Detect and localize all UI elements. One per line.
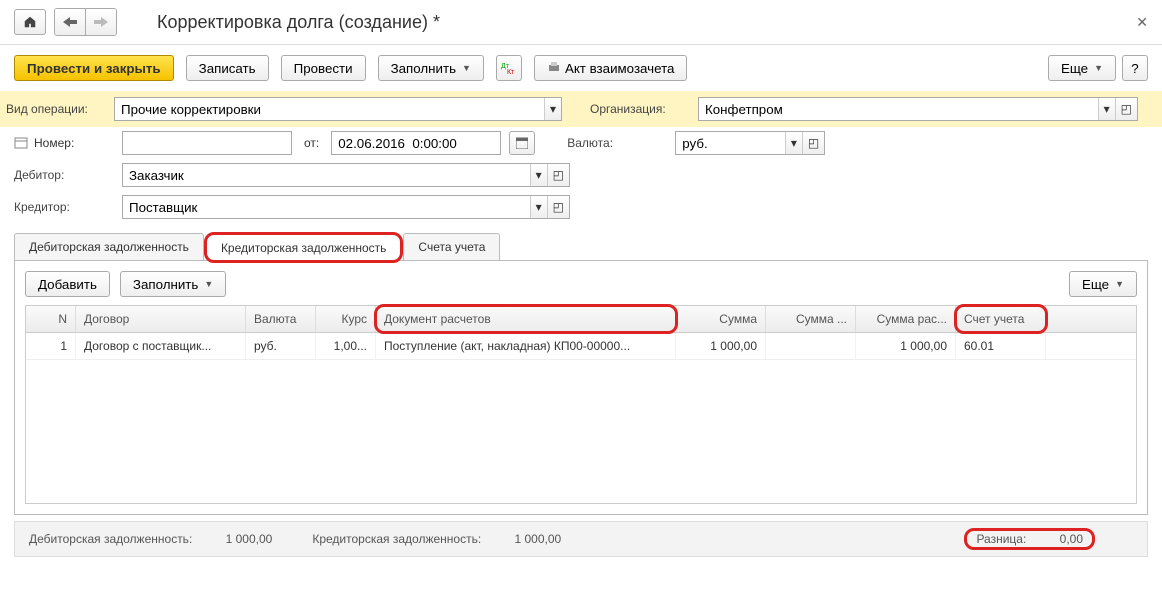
number-field[interactable] xyxy=(122,131,292,155)
cell-sum: 1 000,00 xyxy=(676,333,766,359)
open-icon[interactable]: ◰ xyxy=(547,196,569,218)
open-icon[interactable]: ◰ xyxy=(802,132,824,154)
th-rate[interactable]: Курс xyxy=(316,306,376,332)
chevron-down-icon[interactable]: ▾ xyxy=(530,164,547,186)
table-row[interactable]: 1 Договор с поставщик... руб. 1,00... По… xyxy=(26,333,1136,360)
fill-rows-label: Заполнить xyxy=(133,277,198,292)
cell-sum2 xyxy=(766,333,856,359)
chevron-down-icon: ▼ xyxy=(1094,63,1103,73)
creditor-input[interactable] xyxy=(123,196,530,218)
th-account[interactable]: Счет учета xyxy=(956,306,1046,332)
table-more-label: Еще xyxy=(1082,277,1109,292)
calendar-button[interactable] xyxy=(509,131,535,155)
back-button[interactable] xyxy=(55,9,86,35)
cell-contract: Договор с поставщик... xyxy=(76,333,246,359)
fill-rows-button[interactable]: Заполнить ▼ xyxy=(120,271,226,297)
post-and-close-button[interactable]: Провести и закрыть xyxy=(14,55,174,81)
tab-accounts[interactable]: Счета учета xyxy=(403,233,500,260)
th-sum2[interactable]: Сумма ... xyxy=(766,306,856,332)
fill-button[interactable]: Заполнить ▼ xyxy=(378,55,484,81)
creditor-label: Кредитор: xyxy=(14,200,114,214)
footer-credit-label: Кредиторская задолженность: xyxy=(312,532,481,546)
tab-credit[interactable]: Кредиторская задолженность xyxy=(206,234,401,261)
home-button[interactable] xyxy=(14,9,46,35)
forward-button[interactable] xyxy=(86,9,116,35)
fill-label: Заполнить xyxy=(391,61,456,76)
th-sum3[interactable]: Сумма рас... xyxy=(856,306,956,332)
number-input[interactable] xyxy=(123,132,291,154)
dt-kt-icon-button[interactable]: ДтКт xyxy=(496,55,522,81)
help-button[interactable]: ? xyxy=(1122,55,1148,81)
from-label: от: xyxy=(304,136,319,150)
post-button[interactable]: Провести xyxy=(281,55,366,81)
operation-input[interactable] xyxy=(115,98,544,120)
cell-account: 60.01 xyxy=(956,333,1046,359)
currency-label: Валюта: xyxy=(567,136,667,150)
th-n[interactable]: N xyxy=(26,306,76,332)
offset-act-button[interactable]: Акт взаимозачета xyxy=(534,55,688,81)
cell-currency: руб. xyxy=(246,333,316,359)
chevron-down-icon[interactable]: ▾ xyxy=(530,196,547,218)
svg-text:Кт: Кт xyxy=(507,69,515,75)
debtor-input[interactable] xyxy=(123,164,530,186)
offset-act-label: Акт взаимозачета xyxy=(565,61,675,76)
close-icon[interactable]: ✕ xyxy=(1136,14,1148,31)
footer-credit-value: 1 000,00 xyxy=(515,532,562,546)
th-doc[interactable]: Документ расчетов xyxy=(376,306,676,332)
cell-doc: Поступление (акт, накладная) КП00-00000.… xyxy=(376,333,676,359)
chevron-down-icon[interactable]: ▾ xyxy=(544,98,561,120)
cell-sum3: 1 000,00 xyxy=(856,333,956,359)
add-row-button[interactable]: Добавить xyxy=(25,271,110,297)
currency-select[interactable]: ▾ ◰ xyxy=(675,131,825,155)
write-button[interactable]: Записать xyxy=(186,55,269,81)
org-label: Организация: xyxy=(590,102,690,116)
calendar-icon xyxy=(516,137,528,149)
tab-debit[interactable]: Дебиторская задолженность xyxy=(14,233,204,260)
open-icon[interactable]: ◰ xyxy=(1115,98,1137,120)
org-select[interactable]: ▾ ◰ xyxy=(698,97,1138,121)
credit-table: N Договор Валюта Курс Документ расчетов … xyxy=(25,305,1137,504)
th-currency[interactable]: Валюта xyxy=(246,306,316,332)
footer-diff-label: Разница: xyxy=(976,532,1026,546)
footer-debit-value: 1 000,00 xyxy=(226,532,273,546)
more-label: Еще xyxy=(1061,61,1088,76)
operation-select[interactable]: ▾ xyxy=(114,97,562,121)
more-button[interactable]: Еще ▼ xyxy=(1048,55,1116,81)
org-input[interactable] xyxy=(699,98,1098,120)
page-title: Корректировка долга (создание) * xyxy=(157,12,440,33)
chevron-down-icon[interactable]: ▾ xyxy=(1098,98,1115,120)
operation-label: Вид операции: xyxy=(6,102,106,116)
table-more-button[interactable]: Еще ▼ xyxy=(1069,271,1137,297)
creditor-select[interactable]: ▾ ◰ xyxy=(122,195,570,219)
cell-rate: 1,00... xyxy=(316,333,376,359)
date-field[interactable] xyxy=(331,131,501,155)
open-icon[interactable]: ◰ xyxy=(547,164,569,186)
chevron-down-icon: ▼ xyxy=(1115,279,1124,289)
footer-diff-value: 0,00 xyxy=(1060,532,1083,546)
number-label: Номер: xyxy=(34,136,74,150)
debtor-select[interactable]: ▾ ◰ xyxy=(122,163,570,187)
printer-icon xyxy=(547,62,561,74)
th-contract[interactable]: Договор xyxy=(76,306,246,332)
th-sum[interactable]: Сумма xyxy=(676,306,766,332)
chevron-down-icon[interactable]: ▾ xyxy=(785,132,802,154)
cell-n: 1 xyxy=(26,333,76,359)
chevron-down-icon: ▼ xyxy=(204,279,213,289)
date-input[interactable] xyxy=(332,132,500,154)
footer-debit-label: Дебиторская задолженность: xyxy=(29,532,192,546)
footer-summary: Дебиторская задолженность: 1 000,00 Кред… xyxy=(14,521,1148,557)
chevron-down-icon: ▼ xyxy=(462,63,471,73)
doc-icon xyxy=(14,137,28,149)
debtor-label: Дебитор: xyxy=(14,168,114,182)
currency-input[interactable] xyxy=(676,132,785,154)
